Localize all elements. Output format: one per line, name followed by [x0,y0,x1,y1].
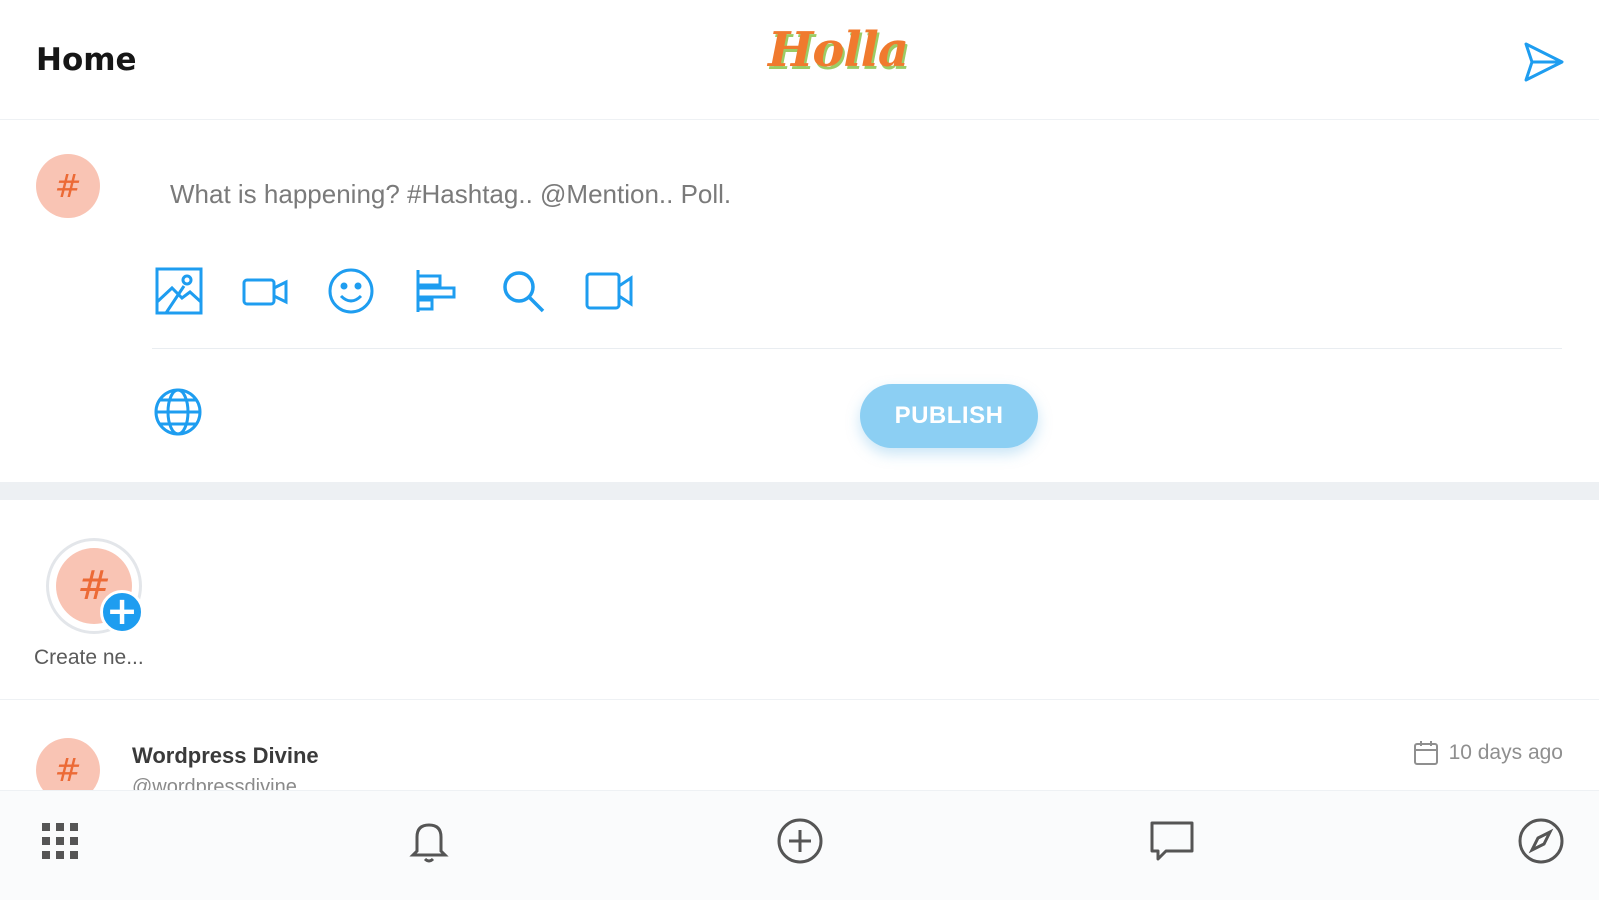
apps-grid-icon[interactable] [34,815,86,867]
app-logo[interactable]: Holla [768,22,909,78]
post-composer: # What is happening? #Hashtag.. @Mention… [0,120,1599,482]
poll-icon[interactable] [412,266,462,316]
plus-circle-icon[interactable] [774,815,826,867]
top-header: Home Holla [0,0,1599,120]
video-call-icon[interactable] [584,266,634,316]
image-upload-icon[interactable] [154,266,204,316]
search-icon[interactable] [498,266,548,316]
plus-icon[interactable]: + [100,590,144,634]
composer-toolbar [154,266,634,316]
emoji-icon[interactable] [326,266,376,316]
section-separator [0,482,1599,500]
calendar-icon [1413,741,1438,765]
bottom-navigation [0,790,1599,900]
feed-post: # Wordpress Divine @wordpressdivine 10 d… [0,700,1599,790]
create-story-label: Create ne... [34,646,144,669]
bell-icon[interactable] [403,815,455,867]
post-time: 10 days ago [1448,741,1563,764]
stories-row: # + Create ne... [0,500,1599,700]
compose-input[interactable] [170,172,1550,216]
post-avatar[interactable]: # [36,738,100,790]
globe-icon[interactable] [152,386,204,438]
page-title: Home [36,42,137,78]
post-author-handle[interactable]: @wordpressdivine [132,776,297,790]
chat-icon[interactable] [1146,815,1198,867]
composer-divider [152,348,1562,349]
post-author-name[interactable]: Wordpress Divine [132,743,319,769]
send-icon[interactable] [1520,38,1568,86]
user-avatar[interactable]: # [36,154,100,218]
compass-icon[interactable] [1515,815,1567,867]
video-icon[interactable] [240,266,290,316]
publish-button[interactable]: PUBLISH [860,384,1038,448]
post-timestamp: 10 days ago [1413,740,1563,766]
